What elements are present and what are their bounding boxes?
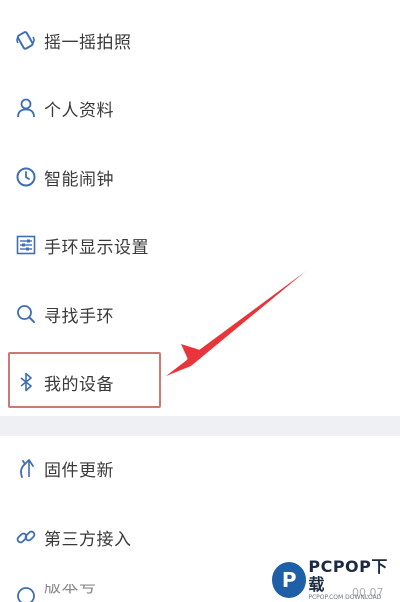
menu-item-my-device[interactable]: 我的设备 <box>0 362 400 402</box>
menu-item-label: 版本号 <box>44 584 97 597</box>
menu-item-label: 寻找手环 <box>44 306 114 327</box>
alarm-clock-icon <box>14 165 38 189</box>
menu-item-label: 智能闹钟 <box>44 169 114 190</box>
menu-item-profile[interactable]: 个人资料 <box>0 88 400 128</box>
menu-item-label: 固件更新 <box>44 460 114 481</box>
watermark-text: PCPOP下载 <box>308 557 388 594</box>
menu-item-shake-photo[interactable]: 摇一摇拍照 <box>0 20 400 60</box>
update-arrow-icon <box>14 456 38 480</box>
menu-item-third-party-access[interactable]: 第三方接入 <box>0 517 400 557</box>
section-separator <box>0 416 400 436</box>
shake-icon <box>14 28 38 52</box>
watermark-subtext: PCPOP.COM DOWNLOAD <box>308 594 382 601</box>
menu-item-label: 摇一摇拍照 <box>44 32 132 53</box>
bluetooth-icon <box>14 370 38 394</box>
version-icon <box>14 584 38 602</box>
menu-item-smart-alarm[interactable]: 智能闹钟 <box>0 157 400 197</box>
menu-item-label: 第三方接入 <box>44 529 132 550</box>
menu-item-label: 个人资料 <box>44 100 114 121</box>
menu-item-band-display-settings[interactable]: 手环显示设置 <box>0 225 400 265</box>
link-icon <box>14 525 38 549</box>
watermark: P PCPOP下载 PCPOP.COM DOWNLOAD <box>272 557 400 601</box>
menu-item-firmware-update[interactable]: 固件更新 <box>0 448 400 488</box>
menu-item-version[interactable]: 版本号 <box>14 584 97 602</box>
menu-item-find-band[interactable]: 寻找手环 <box>0 294 400 334</box>
pcpop-logo-icon: P <box>272 562 307 598</box>
user-icon <box>14 96 38 120</box>
menu-item-label: 我的设备 <box>44 374 114 395</box>
search-icon <box>14 302 38 326</box>
menu-item-label: 手环显示设置 <box>44 237 149 258</box>
sliders-icon <box>14 233 38 257</box>
